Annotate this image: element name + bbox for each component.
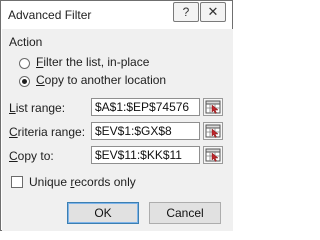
- help-icon: ?: [182, 5, 190, 19]
- copy-to-input[interactable]: [91, 146, 200, 164]
- copy-to-label: Copy to:: [9, 149, 54, 163]
- filter-in-place-radio[interactable]: [19, 58, 30, 69]
- ok-button[interactable]: OK: [67, 202, 139, 224]
- criteria-range-selector-button[interactable]: [203, 122, 223, 140]
- unique-records-checkbox[interactable]: [11, 176, 23, 188]
- radio-selected-dot: [22, 79, 27, 84]
- collapse-dialog-range-icon: [205, 100, 221, 114]
- dialog-title: Advanced Filter: [8, 8, 92, 22]
- help-button[interactable]: ?: [173, 2, 199, 22]
- list-range-label: List range:: [9, 101, 66, 115]
- close-button[interactable]: ✕: [200, 2, 226, 22]
- cancel-button[interactable]: Cancel: [149, 202, 221, 224]
- copy-to-location-label[interactable]: Copy to another location: [36, 73, 166, 87]
- list-range-selector-button[interactable]: [203, 98, 223, 116]
- copy-to-selector-button[interactable]: [203, 146, 223, 164]
- collapse-dialog-range-icon: [205, 148, 221, 162]
- advanced-filter-dialog: Advanced Filter ? ✕ Action Filter the li…: [0, 0, 233, 231]
- list-range-input[interactable]: [91, 98, 200, 116]
- title-bar: Advanced Filter ? ✕: [1, 1, 232, 29]
- criteria-range-label: Criteria range:: [9, 125, 86, 139]
- filter-in-place-label[interactable]: Filter the list, in-place: [36, 55, 149, 69]
- copy-to-location-radio[interactable]: [19, 76, 30, 87]
- criteria-range-input[interactable]: [91, 122, 200, 140]
- action-group-label: Action: [9, 35, 43, 49]
- unique-records-label[interactable]: Unique records only: [29, 175, 136, 189]
- collapse-dialog-range-icon: [205, 124, 221, 138]
- dialog-body: Action Filter the list, in-place Copy to…: [2, 29, 233, 231]
- close-icon: ✕: [207, 4, 219, 19]
